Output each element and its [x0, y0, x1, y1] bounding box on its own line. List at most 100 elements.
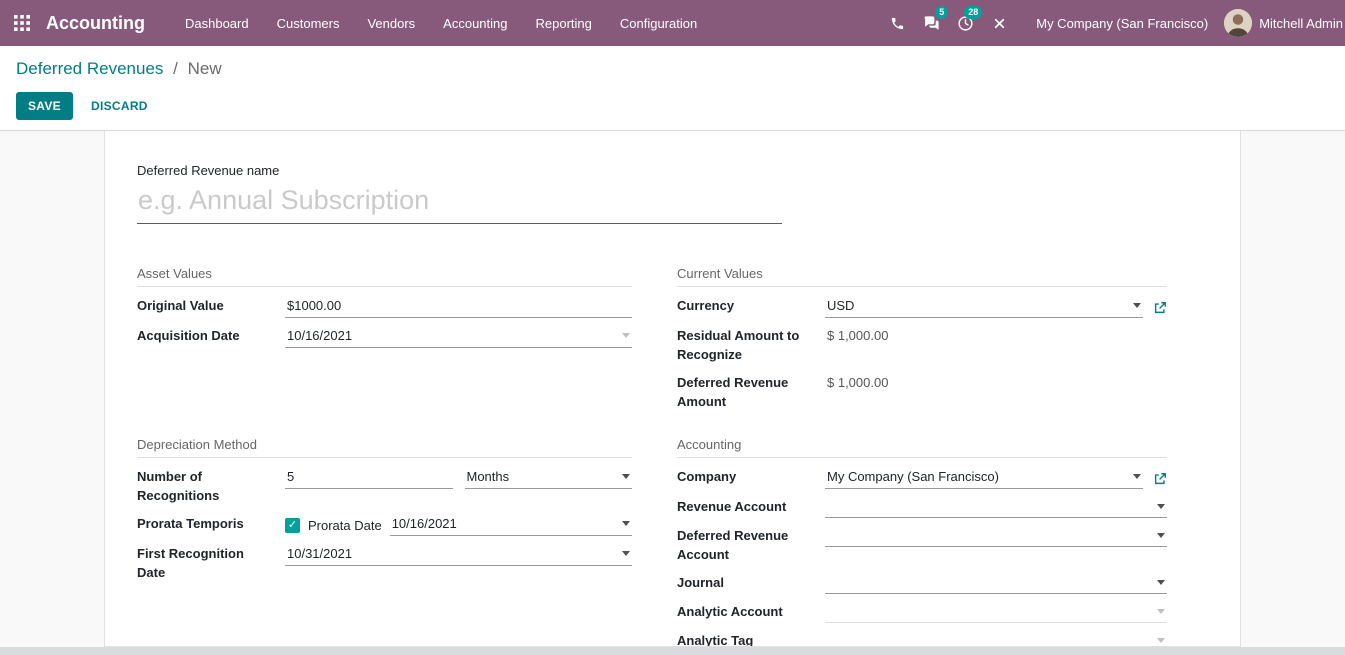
menu-accounting[interactable]: Accounting [429, 0, 521, 46]
section-depreciation-method: Depreciation Method Number of Recognitio… [137, 437, 632, 647]
chevron-down-icon [622, 521, 630, 526]
prorata-date-value: 10/16/2021 [392, 516, 616, 531]
phone-icon[interactable] [880, 0, 914, 46]
field-row-deferred-amount: Deferred Revenue Amount $ 1,000.00 [677, 369, 1167, 416]
field-row-currency: Currency USD [677, 292, 1167, 322]
section-title-depreciation-method: Depreciation Method [137, 437, 632, 458]
deferred-amount-label: Deferred Revenue Amount [677, 374, 825, 412]
menu-customers[interactable]: Customers [263, 0, 354, 46]
control-panel-buttons: SAVE DISCARD [16, 92, 1329, 120]
field-row-analytic-account: Analytic Account [677, 598, 1167, 627]
chevron-down-icon [1157, 609, 1165, 614]
phone-glyph-icon [890, 16, 905, 31]
x-glyph-icon [993, 17, 1006, 30]
top-navbar: Accounting Dashboard Customers Vendors A… [0, 0, 1345, 46]
currency-select[interactable]: USD [825, 297, 1143, 318]
form-sheet: Deferred Revenue name Asset Values Origi… [104, 131, 1241, 647]
field-row-residual-amount: Residual Amount to Recognize $ 1,000.00 [677, 322, 1167, 369]
company-label: Company [677, 468, 825, 487]
analytic-account-label: Analytic Account [677, 603, 825, 622]
chevron-down-icon [622, 551, 630, 556]
activities-badge: 28 [964, 6, 982, 19]
breadcrumb-separator: / [173, 59, 178, 78]
field-row-number-of-recognitions: Number of Recognitions Months [137, 463, 632, 510]
discard-button[interactable]: DISCARD [89, 93, 150, 119]
field-row-company: Company My Company (San Francisco) [677, 463, 1167, 493]
first-recognition-date-value: 10/31/2021 [287, 546, 616, 561]
first-recognition-date-input[interactable]: 10/31/2021 [285, 545, 632, 566]
section-title-current-values: Current Values [677, 266, 1167, 287]
analytic-tag-select[interactable] [825, 632, 1167, 647]
company-external-link-icon[interactable] [1153, 472, 1167, 486]
company-value: My Company (San Francisco) [827, 469, 1127, 484]
content-area: Deferred Revenue name Asset Values Origi… [0, 131, 1345, 647]
prorata-date-label: Prorata Date [308, 518, 382, 533]
chevron-down-icon [1133, 474, 1141, 479]
chevron-down-icon [622, 333, 630, 338]
main-menu: Dashboard Customers Vendors Accounting R… [171, 0, 711, 46]
grid-icon [14, 15, 30, 31]
chevron-down-icon [1133, 303, 1141, 308]
residual-amount-value: $ 1,000.00 [825, 327, 1167, 347]
messages-badge: 5 [935, 6, 948, 19]
activities-icon[interactable]: 28 [948, 0, 982, 46]
original-value-label: Original Value [137, 297, 285, 316]
residual-amount-label: Residual Amount to Recognize [677, 327, 825, 365]
field-row-deferred-revenue-account: Deferred Revenue Account [677, 522, 1167, 569]
form-grid: Asset Values Original Value Acquisition … [137, 266, 1208, 647]
field-row-journal: Journal [677, 569, 1167, 598]
currency-external-link-icon[interactable] [1153, 301, 1167, 315]
number-of-recognitions-label: Number of Recognitions [137, 468, 285, 506]
chevron-down-icon [1157, 580, 1165, 585]
menu-reporting[interactable]: Reporting [522, 0, 606, 46]
avatar-image [1224, 9, 1252, 37]
app-name[interactable]: Accounting [46, 13, 145, 34]
prorata-date-input[interactable]: 10/16/2021 [390, 515, 632, 536]
prorata-temporis-label: Prorata Temporis [137, 515, 285, 534]
record-name-input[interactable] [137, 183, 782, 224]
deferred-amount-value: $ 1,000.00 [825, 374, 1167, 394]
messages-icon[interactable]: 5 [914, 0, 948, 46]
breadcrumb-current: New [188, 59, 222, 78]
company-select[interactable]: My Company (San Francisco) [825, 468, 1143, 489]
horizontal-scrollbar[interactable] [0, 647, 1345, 655]
field-row-first-recognition-date: First Recognition Date 10/31/2021 [137, 540, 632, 587]
close-icon[interactable] [982, 0, 1016, 46]
menu-vendors[interactable]: Vendors [353, 0, 429, 46]
currency-value: USD [827, 298, 1127, 313]
save-button[interactable]: SAVE [16, 92, 73, 120]
journal-label: Journal [677, 574, 825, 593]
recognition-unit-select[interactable]: Months [465, 468, 633, 489]
external-link-icon [1153, 472, 1167, 486]
field-row-acquisition-date: Acquisition Date 10/16/2021 [137, 322, 632, 352]
section-asset-values: Asset Values Original Value Acquisition … [137, 266, 632, 415]
number-of-recognitions-input[interactable] [285, 468, 453, 489]
prorata-checkbox[interactable] [285, 518, 300, 533]
section-current-values: Current Values Currency USD [677, 266, 1167, 415]
field-row-prorata-temporis: Prorata Temporis Prorata Date 10/16/2021 [137, 510, 632, 540]
user-avatar [1224, 9, 1252, 37]
revenue-account-select[interactable] [825, 498, 1167, 518]
record-name-label: Deferred Revenue name [137, 163, 1208, 178]
deferred-revenue-account-select[interactable] [825, 527, 1167, 547]
apps-grid-icon[interactable] [0, 0, 44, 46]
chevron-down-icon [1157, 533, 1165, 538]
analytic-tag-label: Analytic Tag [677, 632, 825, 647]
chevron-down-icon [622, 474, 630, 479]
external-link-icon [1153, 301, 1167, 315]
section-title-accounting: Accounting [677, 437, 1167, 458]
section-accounting: Accounting Company My Company (San Franc… [677, 437, 1167, 647]
original-value-input[interactable] [285, 297, 632, 318]
acquisition-date-label: Acquisition Date [137, 327, 285, 346]
breadcrumb: Deferred Revenues / New [16, 59, 1329, 79]
user-menu[interactable]: Mitchell Admin [1224, 9, 1345, 37]
analytic-account-select[interactable] [825, 603, 1167, 623]
breadcrumb-parent-link[interactable]: Deferred Revenues [16, 59, 163, 78]
deferred-revenue-account-label: Deferred Revenue Account [677, 527, 825, 565]
acquisition-date-input[interactable]: 10/16/2021 [285, 327, 632, 348]
company-switcher[interactable]: My Company (San Francisco) [1036, 16, 1208, 31]
menu-dashboard[interactable]: Dashboard [171, 0, 263, 46]
field-row-original-value: Original Value [137, 292, 632, 322]
menu-configuration[interactable]: Configuration [606, 0, 711, 46]
journal-select[interactable] [825, 574, 1167, 594]
